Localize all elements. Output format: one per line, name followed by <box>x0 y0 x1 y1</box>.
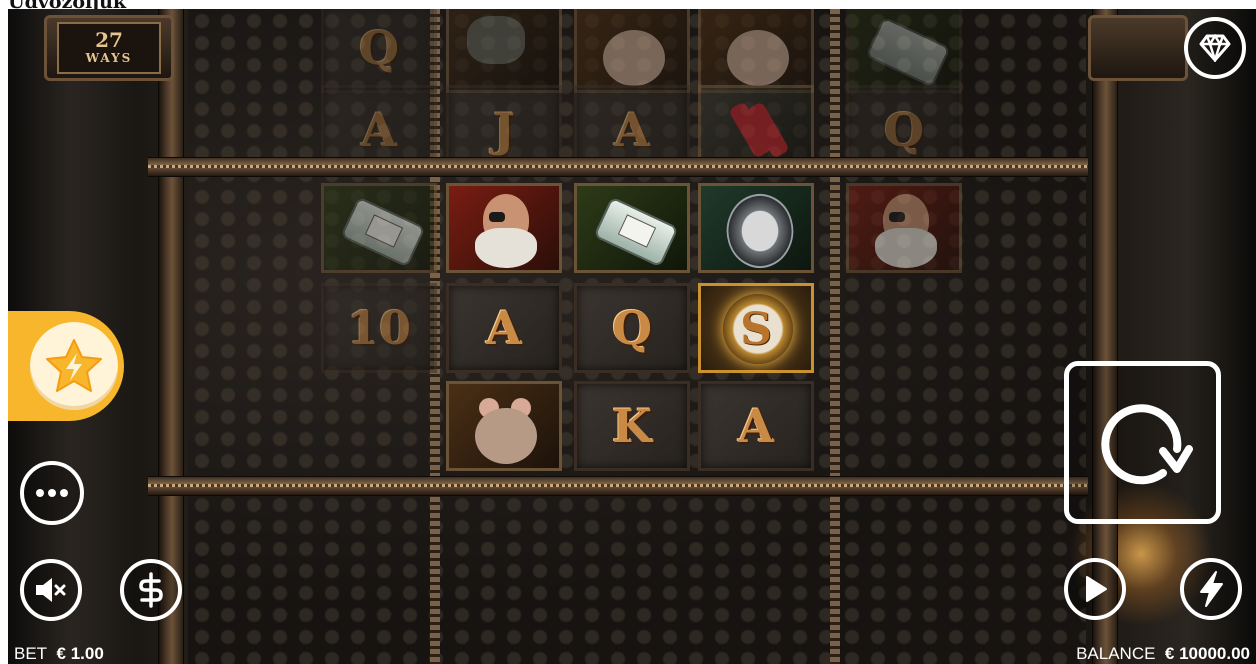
slot-game-area: Q A J A Q 10 A Q S K A 27 WAYS BET € 1.0… <box>8 9 1256 664</box>
spin-arrow-icon <box>1100 403 1193 484</box>
more-dots-icon <box>36 489 68 497</box>
reel-symbol-wild-s: S <box>698 283 814 373</box>
reel-symbol-compass <box>698 183 814 278</box>
symbol-letter: A <box>361 103 397 157</box>
menu-button[interactable] <box>20 461 84 525</box>
reel-symbol-tobacco-pouch <box>446 9 562 93</box>
rat-icon <box>701 9 811 90</box>
bonus-buy-button[interactable] <box>30 322 118 410</box>
symbol-letter: A <box>738 399 774 453</box>
symbol-letter: Q <box>883 103 925 157</box>
reel-chain-divider <box>830 9 840 664</box>
bet-value: € 1.00 <box>56 644 104 663</box>
bet-label: BET <box>14 644 48 663</box>
balance-label: BALANCE <box>1076 644 1156 663</box>
miner-face-icon <box>449 186 559 270</box>
reel-symbol-10: 10 <box>321 283 437 373</box>
reel-symbol-q: Q <box>574 283 690 373</box>
diamond-button[interactable] <box>1184 17 1246 79</box>
bonus-buy-tab[interactable] <box>8 311 124 421</box>
sound-muted-icon <box>36 578 66 602</box>
reel-symbol-a: A <box>698 381 814 471</box>
wild-s-icon: S <box>701 286 811 370</box>
lightning-icon <box>1200 571 1223 607</box>
bottle-icon <box>849 9 959 90</box>
autoplay-button[interactable] <box>1064 558 1126 620</box>
rat-icon <box>577 9 687 90</box>
reel-symbol-bottle <box>846 9 962 93</box>
play-icon <box>1086 576 1107 602</box>
compass-icon <box>701 184 811 278</box>
tobacco-pouch-icon <box>449 9 559 90</box>
balance-value: € 10000.00 <box>1164 644 1250 663</box>
dollar-icon <box>139 572 163 608</box>
symbol-letter: K <box>612 399 652 453</box>
wild-letter: S <box>740 304 772 355</box>
reel-symbol-k: K <box>574 381 690 471</box>
reel-symbol-a: A <box>446 283 562 373</box>
diamond-icon <box>1199 34 1231 62</box>
spin-button[interactable] <box>1064 361 1221 524</box>
star-lightning-icon <box>46 339 102 392</box>
ways-counter: 27 WAYS <box>44 15 174 81</box>
right-info-panel <box>1088 15 1188 81</box>
symbol-letter: Q <box>611 301 653 355</box>
upper-wooden-beam <box>148 157 1088 177</box>
turbo-button[interactable] <box>1180 558 1242 620</box>
reel-symbol-miner-face <box>846 183 962 273</box>
symbol-letter: A <box>614 103 650 157</box>
bet-display: BET € 1.00 <box>14 644 104 664</box>
rat-icon <box>449 384 559 468</box>
symbol-letter: J <box>493 103 515 157</box>
ways-label: WAYS <box>85 51 133 65</box>
bet-settings-button[interactable] <box>120 559 182 621</box>
reel-symbol-q: Q <box>321 9 437 93</box>
lower-wooden-beam <box>148 476 1088 496</box>
bottle-icon <box>324 186 434 270</box>
reel-symbol-bottle <box>574 183 690 273</box>
ways-count: 27 <box>95 28 123 52</box>
balance-display: BALANCE € 10000.00 <box>1076 644 1250 664</box>
miner-face-icon <box>849 186 959 270</box>
reel-symbol-rat <box>446 381 562 471</box>
reel-symbol-rat <box>574 9 690 93</box>
sound-toggle-button[interactable] <box>20 559 82 621</box>
reel-symbol-rat <box>698 9 814 93</box>
reel-symbol-bottle <box>321 183 437 273</box>
bottle-icon <box>577 186 687 270</box>
symbol-letter: Q <box>358 21 400 75</box>
symbol-letter: 10 <box>346 301 411 355</box>
reel-symbol-miner-face <box>446 183 562 273</box>
symbol-letter: A <box>486 301 522 355</box>
